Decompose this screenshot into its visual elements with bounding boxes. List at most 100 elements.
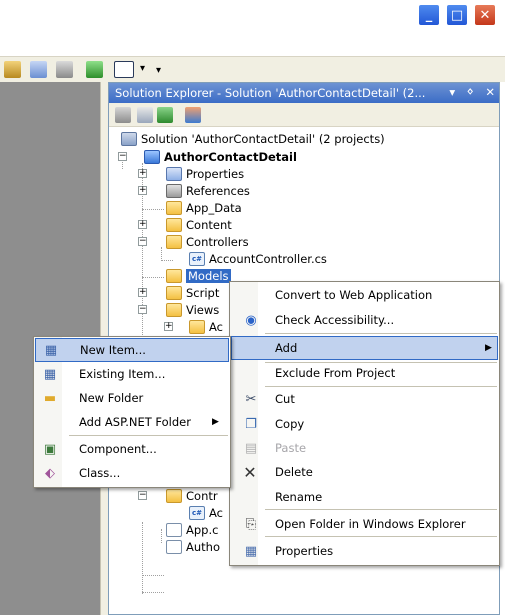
settings-icon[interactable] — [4, 61, 21, 78]
tree-item-views[interactable]: Views — [166, 301, 219, 318]
tree-line — [161, 260, 173, 261]
dropdown-icon[interactable]: ▾ — [140, 63, 145, 74]
tree-item-controllers[interactable]: Controllers — [166, 233, 249, 250]
csharp-file-icon: c# — [189, 505, 205, 520]
tree-line — [142, 277, 164, 278]
tree-item-author-file[interactable]: Autho — [166, 538, 220, 555]
collapse-icon[interactable]: − — [138, 491, 147, 500]
collapse-icon[interactable]: − — [118, 152, 127, 161]
tree-item-account-controller[interactable]: c# AccountController.cs — [189, 250, 327, 267]
component-icon: ▣ — [43, 441, 57, 457]
tree-item-scripts[interactable]: Script — [166, 284, 219, 301]
tree-item-app-data[interactable]: App_Data — [166, 199, 242, 216]
window-icon[interactable] — [114, 61, 134, 78]
menu-item-delete[interactable]: ✕ Delete — [230, 460, 499, 484]
tools-icon[interactable] — [56, 61, 73, 78]
tree-item-project[interactable]: AuthorContactDetail — [144, 148, 297, 165]
show-all-files-icon[interactable] — [137, 107, 153, 123]
menu-item-paste[interactable]: ▤ Paste — [230, 436, 499, 460]
menu-item-cut[interactable]: ✂ Cut — [230, 387, 499, 411]
solution-explorer-title: Solution Explorer - Solution 'AuthorCont… — [109, 83, 499, 103]
properties-icon: ▦ — [244, 543, 258, 559]
expand-icon[interactable]: + — [164, 322, 173, 331]
context-menu: Convert to Web Application ◉ Check Acces… — [229, 281, 500, 566]
tree-item-views-child[interactable]: Ac — [189, 318, 223, 335]
existing-item-icon: ▦ — [43, 366, 57, 382]
menu-separator — [265, 536, 497, 537]
submenu-item-new-folder[interactable]: ▬ New Folder — [34, 386, 230, 410]
folder-icon — [166, 285, 182, 300]
maximize-button[interactable]: □ — [446, 4, 468, 26]
tree-item-controllers-2[interactable]: Contr — [166, 487, 218, 504]
submenu-item-existing-item[interactable]: ▦ Existing Item... — [34, 362, 230, 386]
menu-item-check-accessibility[interactable]: ◉ Check Accessibility... — [230, 308, 499, 332]
tree-line — [142, 575, 164, 576]
tree-line — [142, 209, 164, 210]
tree-line — [161, 529, 162, 543]
main-toolbar: ▾ ▾ — [0, 56, 505, 82]
class-diagram-icon[interactable] — [185, 107, 201, 123]
export-icon[interactable] — [86, 61, 103, 78]
submenu-item-class[interactable]: ⬖ Class... — [34, 461, 230, 485]
minimize-button[interactable]: _ — [418, 4, 440, 26]
folder-open-icon — [166, 302, 182, 317]
submenu-arrow-icon: ▶ — [485, 343, 492, 353]
folder-icon — [166, 200, 182, 215]
collapse-icon[interactable]: − — [138, 305, 147, 314]
overflow-icon[interactable]: ▾ — [156, 65, 161, 76]
menu-item-add[interactable]: Add ▶ — [231, 336, 498, 360]
close-button[interactable]: ✕ — [474, 4, 496, 26]
menu-separator — [69, 435, 228, 436]
tree-item-app-config[interactable]: App.c — [166, 521, 218, 538]
pin-dropdown-icon[interactable]: ▾ — [449, 85, 455, 99]
menu-item-convert[interactable]: Convert to Web Application — [230, 283, 499, 307]
menu-item-copy[interactable]: ❐ Copy — [230, 412, 499, 436]
refresh-icon[interactable] — [157, 107, 173, 123]
menu-item-exclude[interactable]: Exclude From Project — [230, 361, 499, 385]
submenu-item-new-item[interactable]: ▦ New Item... — [35, 338, 229, 362]
expand-icon[interactable]: + — [138, 220, 147, 229]
autohide-icon[interactable]: ᛜ — [467, 85, 474, 99]
menu-separator — [265, 509, 497, 510]
tree-item-references[interactable]: References — [166, 182, 250, 199]
submenu-item-add-aspnet-folder[interactable]: Add ASP.NET Folder ▶ — [34, 410, 230, 434]
folder-icon — [166, 217, 182, 232]
solution-explorer-toolbar — [109, 103, 499, 127]
delete-x-icon: ✕ — [243, 462, 257, 482]
open-folder-icon: ⎘ — [245, 516, 257, 532]
scissors-icon: ✂ — [245, 391, 257, 407]
menu-item-properties[interactable]: ▦ Properties — [230, 539, 499, 563]
folder-open-icon — [166, 234, 182, 249]
panel-title-text: Solution Explorer - Solution 'AuthorCont… — [115, 86, 426, 100]
new-item-icon: ▦ — [44, 342, 58, 358]
tree-item-controllers-2-child[interactable]: c# Ac — [189, 504, 223, 521]
collapse-icon[interactable]: − — [138, 237, 147, 246]
properties-icon — [166, 166, 182, 181]
tree-item-properties[interactable]: Properties — [166, 165, 244, 182]
menu-item-open-folder[interactable]: ⎘ Open Folder in Windows Explorer — [230, 512, 499, 536]
expand-icon[interactable]: + — [138, 186, 147, 195]
csharp-file-icon: c# — [189, 251, 205, 266]
submenu-item-component[interactable]: ▣ Component... — [34, 437, 230, 461]
add-submenu: ▦ New Item... ▦ Existing Item... ▬ New F… — [33, 336, 231, 488]
tree-item-solution[interactable]: Solution 'AuthorContactDetail' (2 projec… — [121, 130, 385, 147]
menu-separator — [265, 333, 497, 334]
tree-line — [161, 247, 162, 261]
accessibility-icon: ◉ — [245, 312, 257, 328]
tree-line — [142, 592, 164, 593]
paste-icon: ▤ — [244, 440, 258, 456]
web-project-icon — [144, 149, 160, 164]
menu-item-rename[interactable]: Rename — [230, 485, 499, 509]
expand-icon[interactable]: + — [138, 288, 147, 297]
expand-icon[interactable]: + — [138, 169, 147, 178]
solution-icon — [121, 131, 137, 146]
properties-icon[interactable] — [115, 107, 131, 123]
config-file-icon — [166, 522, 182, 537]
mail-icon[interactable] — [30, 61, 47, 78]
tree-item-models[interactable]: Models — [166, 267, 231, 284]
new-folder-icon: ▬ — [43, 390, 57, 406]
close-panel-icon[interactable]: ✕ — [485, 85, 495, 99]
window-top: _ □ ✕ — [0, 0, 505, 34]
folder-open-icon — [166, 488, 182, 503]
tree-item-content[interactable]: Content — [166, 216, 232, 233]
